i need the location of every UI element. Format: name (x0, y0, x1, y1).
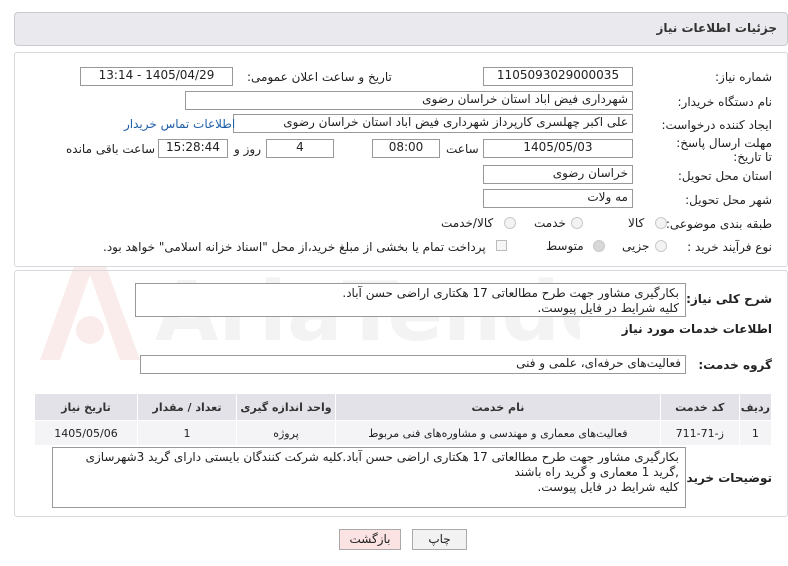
cell-unit: پروژه (236, 420, 336, 446)
col-quantity: تعداد / مقدار (137, 393, 237, 421)
deadline-date-field[interactable]: 1405/05/03 (483, 139, 633, 158)
announce-label: تاریخ و ساعت اعلان عمومی: (247, 70, 392, 84)
summary-line-1: بکارگیری مشاور جهت طرح مطالعاتی 17 هکتار… (342, 286, 679, 300)
process-label: نوع فرآیند خرید : (687, 240, 772, 254)
service-group-label: گروه خدمت: (698, 358, 772, 372)
days-label: روز و (234, 142, 261, 156)
category-goods-service-label: کالا/خدمت (441, 216, 494, 230)
category-service-label: خدمت (534, 216, 566, 230)
services-section-title: اطلاعات خدمات مورد نیاز (621, 322, 772, 336)
col-service-code: کد خدمت (659, 393, 740, 421)
treasury-checkbox[interactable] (496, 240, 507, 251)
col-unit: واحد اندازه گیری (236, 393, 336, 421)
payment-note: پرداخت تمام یا بخشی از مبلغ خرید،از محل … (103, 240, 486, 254)
category-goods-service-radio[interactable] (504, 217, 516, 229)
notes-line-1: بکارگیری مشاور جهت طرح مطالعاتی 17 هکتار… (85, 450, 679, 464)
cell-row-number: 1 (738, 420, 773, 446)
process-medium-label: متوسط (546, 239, 584, 253)
buyer-contact-link[interactable]: اطلاعات تماس خریدار (124, 117, 235, 131)
service-group-field[interactable]: فعالیت‌های حرفه‌ای، علمی و فنی (140, 355, 686, 374)
cell-service-code: ز-71-711 (659, 420, 740, 446)
print-button[interactable]: چاپ (412, 529, 467, 550)
category-goods-radio[interactable] (655, 217, 667, 229)
deadline-time-field[interactable]: 08:00 (372, 139, 440, 158)
col-row-number: ردیف (738, 393, 773, 421)
buyer-org-label: نام دستگاه خریدار: (677, 95, 773, 109)
services-table-header: ردیف کد خدمت نام خدمت واحد اندازه گیری ت… (34, 393, 773, 421)
notes-line-2: ,گرید 1 معماری و گرید راه باشند (514, 465, 679, 479)
page-title: جزئیات اطلاعات نیاز (656, 21, 777, 35)
need-number-field[interactable]: 1105093029000035 (483, 67, 633, 86)
services-table: ردیف کد خدمت نام خدمت واحد اندازه گیری ت… (34, 393, 773, 446)
province-label: استان محل تحویل: (677, 169, 772, 183)
summary-label: شرح کلی نیاز: (686, 292, 772, 306)
buyer-org-field[interactable]: شهرداری فیض اباد استان خراسان رضوی (185, 91, 633, 110)
back-button[interactable]: بازگشت (339, 529, 401, 550)
deadline-time-label: ساعت (446, 142, 479, 156)
cell-quantity: 1 (137, 420, 237, 446)
announce-datetime-field[interactable]: 1405/04/29 - 13:14 (80, 67, 233, 86)
deadline-label: مهلت ارسال پاسخ: تا تاریخ: (676, 136, 772, 164)
process-minor-label: جزیی (622, 239, 650, 253)
creator-label: ایجاد کننده درخواست: (661, 118, 772, 132)
category-goods-label: کالا (628, 216, 645, 230)
creator-field[interactable]: علی اکبر چهلسری کارپرداز شهرداری فیض ابا… (233, 114, 633, 133)
page-header: جزئیات اطلاعات نیاز (14, 12, 788, 46)
summary-textarea[interactable]: بکارگیری مشاور جهت طرح مطالعاتی 17 هکتار… (135, 283, 686, 317)
cell-service-name: فعالیت‌های معماری و مهندسی و مشاوره‌های … (335, 420, 661, 446)
remaining-time-label: ساعت باقی مانده (66, 142, 156, 156)
summary-line-2: کلیه شرایط در فایل پیوست. (537, 301, 679, 315)
days-remaining-field[interactable]: 4 (266, 139, 334, 158)
category-label: طبقه بندی موضوعی: (665, 217, 772, 231)
notes-line-3: کلیه شرایط در فایل پیوست. (537, 480, 679, 494)
category-service-radio[interactable] (571, 217, 583, 229)
col-need-date: تاریخ نیاز (34, 393, 138, 421)
province-field[interactable]: خراسان رضوی (483, 165, 633, 184)
table-row[interactable]: 1 ز-71-711 فعالیت‌های معماری و مهندسی و … (34, 420, 773, 446)
city-label: شهر محل تحویل: (685, 193, 772, 207)
remaining-time-field[interactable]: 15:28:44 (158, 139, 228, 158)
process-medium-radio[interactable] (593, 240, 605, 252)
city-field[interactable]: مه ولات (483, 189, 633, 208)
cell-need-date: 1405/05/06 (34, 420, 138, 446)
need-number-label: شماره نیاز: (715, 70, 772, 84)
buyer-notes-textarea[interactable]: بکارگیری مشاور جهت طرح مطالعاتی 17 هکتار… (52, 447, 686, 508)
col-service-name: نام خدمت (335, 393, 661, 421)
process-minor-radio[interactable] (655, 240, 667, 252)
